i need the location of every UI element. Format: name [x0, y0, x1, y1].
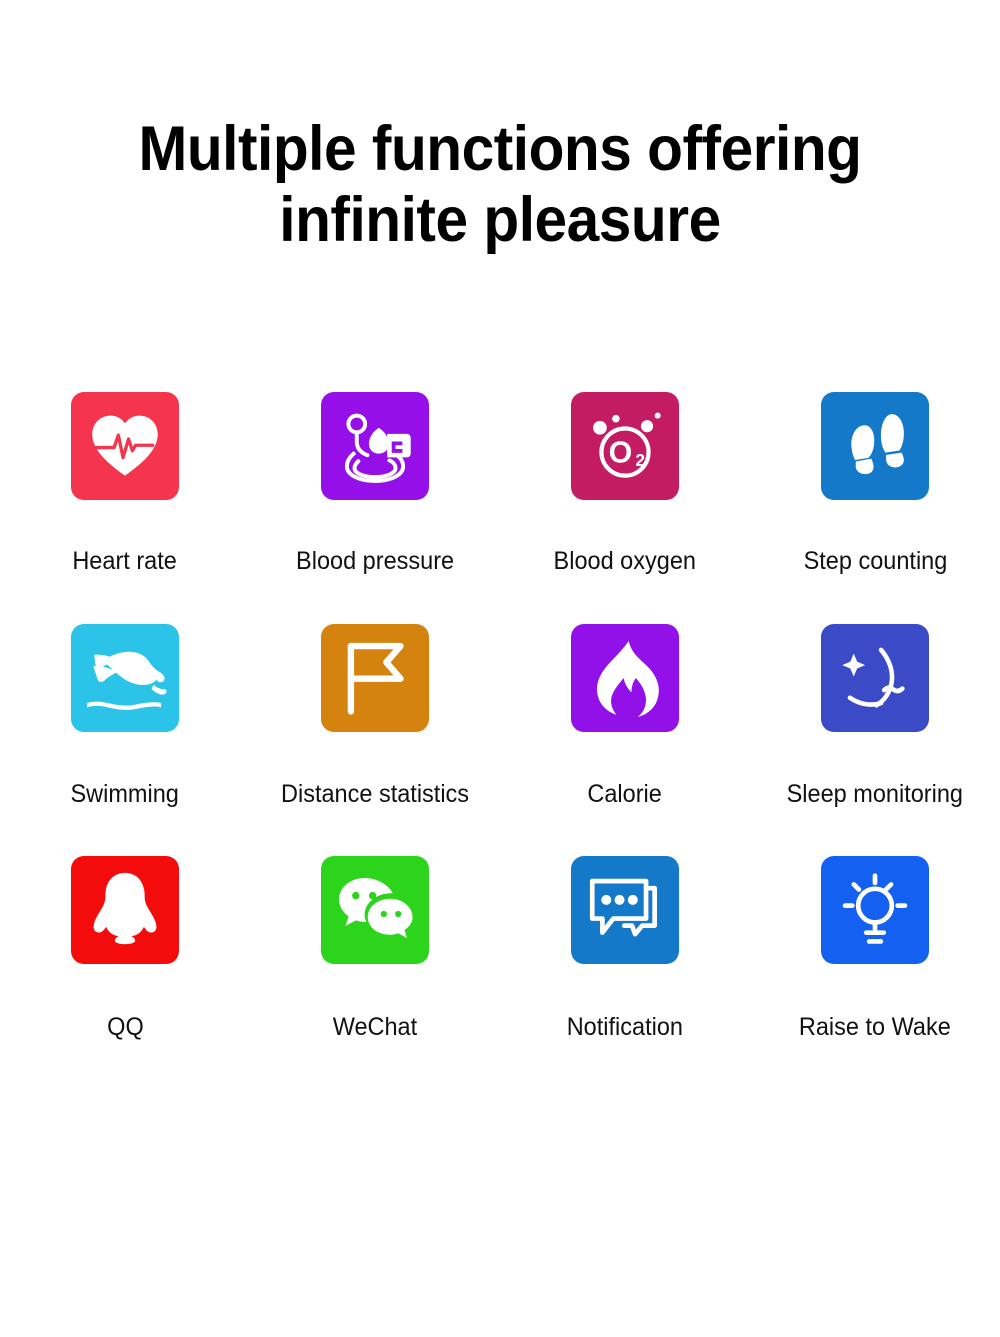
flag-icon: [339, 639, 411, 717]
heart-rate-icon: [86, 407, 164, 485]
feature-item-raise-to-wake[interactable]: Raise to Wake: [750, 856, 1000, 1088]
feature-item-sleep-monitoring[interactable]: Sleep monitoring: [750, 624, 1000, 856]
feature-label: Heart rate: [72, 547, 178, 575]
feature-grid: Heart rate Blood pressure O 2 Blood oxyg…: [0, 392, 1000, 1088]
footprints-icon: [838, 409, 912, 483]
feature-item-qq[interactable]: QQ: [0, 856, 250, 1088]
feature-label: Notification: [566, 1013, 684, 1041]
feature-label: Calorie: [587, 780, 663, 808]
feature-item-blood-pressure[interactable]: Blood pressure: [250, 392, 500, 624]
step-counting-tile[interactable]: [821, 392, 929, 500]
calorie-tile[interactable]: [571, 624, 679, 732]
raise-to-wake-tile[interactable]: [821, 856, 929, 964]
qq-tile[interactable]: [71, 856, 179, 964]
blood-oxygen-o2-icon: O 2: [587, 408, 663, 484]
chat-bubbles-dots-icon: [586, 874, 664, 946]
distance-statistics-tile[interactable]: [321, 624, 429, 732]
blood-pressure-monitor-icon: [337, 408, 413, 484]
svg-text:2: 2: [635, 450, 645, 470]
feature-item-wechat[interactable]: WeChat: [250, 856, 500, 1088]
swimming-tile[interactable]: [71, 624, 179, 732]
sleep-monitoring-tile[interactable]: [821, 624, 929, 732]
svg-text:O: O: [609, 436, 633, 470]
feature-item-distance-statistics[interactable]: Distance statistics: [250, 624, 500, 856]
page-title: Multiple functions offering infinite ple…: [138, 114, 862, 255]
flame-icon: [589, 638, 661, 718]
feature-label: WeChat: [332, 1013, 418, 1041]
feature-item-calorie[interactable]: Calorie: [500, 624, 750, 856]
heart-rate-tile[interactable]: [71, 392, 179, 500]
feature-item-step-counting[interactable]: Step counting: [750, 392, 1000, 624]
feature-item-notification[interactable]: Notification: [500, 856, 750, 1088]
swimmer-icon: [82, 635, 168, 721]
feature-label: Blood oxygen: [553, 547, 697, 575]
qq-penguin-icon: [88, 870, 162, 950]
blood-oxygen-tile[interactable]: O 2: [571, 392, 679, 500]
wechat-bubbles-icon: [335, 873, 415, 947]
moon-star-icon: [837, 640, 913, 716]
feature-item-blood-oxygen[interactable]: O 2 Blood oxygen: [500, 392, 750, 624]
feature-label: Sleep monitoring: [786, 780, 964, 808]
blood-pressure-tile[interactable]: [321, 392, 429, 500]
feature-label: Step counting: [803, 547, 947, 575]
wechat-tile[interactable]: [321, 856, 429, 964]
feature-label: Distance statistics: [280, 780, 470, 808]
lightbulb-rays-icon: [838, 872, 912, 948]
feature-label: Swimming: [70, 780, 180, 808]
feature-item-heart-rate[interactable]: Heart rate: [0, 392, 250, 624]
notification-tile[interactable]: [571, 856, 679, 964]
feature-label: Raise to Wake: [799, 1013, 951, 1041]
feature-label: QQ: [106, 1013, 144, 1041]
feature-label: Blood pressure: [295, 547, 455, 575]
feature-item-swimming[interactable]: Swimming: [0, 624, 250, 856]
